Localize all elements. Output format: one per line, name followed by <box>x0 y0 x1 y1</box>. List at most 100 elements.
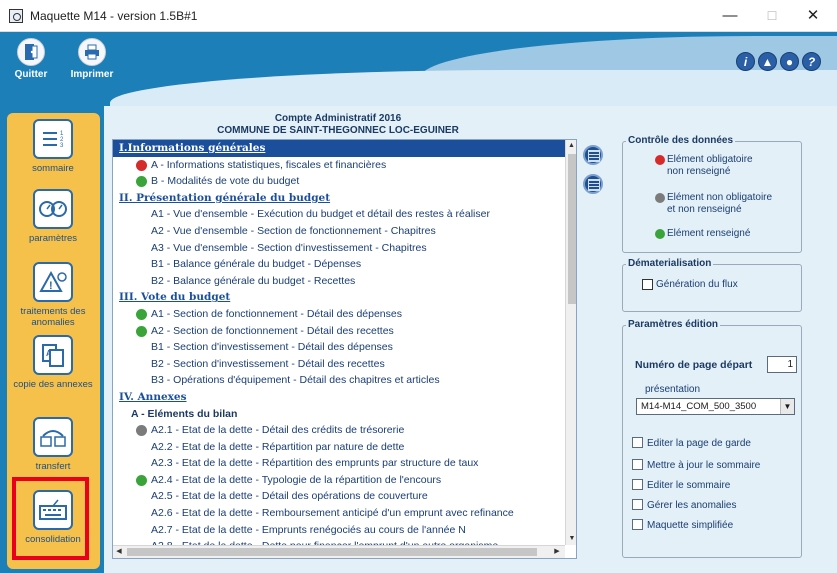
list-icon: 123 <box>33 119 73 159</box>
generate-flux-label: Génération du flux <box>656 279 738 290</box>
svg-text:!: ! <box>49 280 53 292</box>
tree-label: A - Eléments du bilan <box>131 407 238 420</box>
chevron-down-icon[interactable]: ▼ <box>780 399 794 414</box>
print-label: Imprimer <box>70 69 114 80</box>
legend-mandatory: Elément obligatoire non renseigné <box>655 154 753 178</box>
sidebar-item-copie-annexes[interactable]: A copie des annexes <box>10 335 96 390</box>
support-icon[interactable]: ● <box>780 52 799 71</box>
tree-item[interactable]: A2.2 - Etat de la dette - Répartition pa… <box>113 439 565 456</box>
error-icon <box>136 159 147 171</box>
scroll-thumb[interactable] <box>568 154 576 304</box>
legend-text: Elément renseigné <box>667 228 751 239</box>
horizontal-scrollbar[interactable]: ◀ ▶ <box>113 545 565 558</box>
tree-item[interactable]: A1 - Section de fonctionnement - Détail … <box>113 306 565 323</box>
tree-item[interactable]: B2 - Balance générale du budget - Recett… <box>113 273 565 290</box>
tree-item[interactable]: A2.1 - Etat de la dette - Détail des cré… <box>113 422 565 439</box>
scroll-down-icon[interactable]: ▼ <box>566 533 576 545</box>
legend-text: Elément non obligatoire <box>667 192 773 203</box>
tree-section[interactable]: I.Informations générales <box>113 140 565 157</box>
tree-label: IV. Annexes <box>119 390 187 403</box>
info-icon[interactable]: i <box>736 52 755 71</box>
sidebar-label: traitements des anomalies <box>20 306 86 328</box>
tree-subsection[interactable]: A - Eléments du bilan <box>113 406 565 423</box>
sidebar-label: sommaire <box>32 163 74 174</box>
tree-section[interactable]: II. Présentation générale du budget <box>113 190 565 207</box>
tree-item[interactable]: A1 - Vue d'ensemble - Exécution du budge… <box>113 206 565 223</box>
printer-icon <box>78 38 106 66</box>
tree-item[interactable]: A2.7 - Etat de la dette - Emprunts renég… <box>113 522 565 539</box>
tree-label: A2.7 - Etat de la dette - Emprunts renég… <box>151 523 466 536</box>
checkbox-maj-sommaire[interactable]: Mettre à jour le sommaire <box>632 459 761 472</box>
tree-label: A - Informations statistiques, fiscales … <box>151 158 387 171</box>
expand-all-button[interactable] <box>583 145 603 165</box>
document-title: Compte Administratif 2016 <box>274 113 402 124</box>
legend-text: Elément obligatoire <box>667 154 753 165</box>
checkbox-label: Mettre à jour le sommaire <box>647 460 761 471</box>
presentation-select[interactable]: M14-M14_COM_500_3500 ▼ <box>636 398 795 415</box>
sidebar-item-anomalies[interactable]: ! traitements des anomalies <box>10 262 96 328</box>
parametres-title: Paramètres édition <box>626 319 721 330</box>
graduation-icon[interactable]: ▲ <box>758 52 777 71</box>
maximize-button[interactable]: ☐ <box>752 0 792 32</box>
checkbox[interactable] <box>632 479 643 490</box>
generate-flux-button[interactable]: Génération du flux <box>642 279 738 290</box>
tree-item[interactable]: A2.3 - Etat de la dette - Répartition de… <box>113 455 565 472</box>
window-title: Maquette M14 - version 1.5B#1 <box>30 9 198 23</box>
checkbox-maquette-simplifiee[interactable]: Maquette simplifiée <box>632 519 733 532</box>
checkbox-anomalies[interactable]: Gérer les anomalies <box>632 499 737 512</box>
tree-item[interactable]: A2.5 - Etat de la dette - Détail des opé… <box>113 488 565 505</box>
tree-item[interactable]: B3 - Opérations d'équipement - Détail de… <box>113 372 565 389</box>
help-icon[interactable]: ? <box>802 52 821 71</box>
tree-label: B1 - Balance générale du budget - Dépens… <box>151 258 362 271</box>
scroll-left-icon[interactable]: ◀ <box>113 546 125 558</box>
checkbox[interactable] <box>632 437 643 448</box>
tree-item[interactable]: A2.6 - Etat de la dette - Remboursement … <box>113 505 565 522</box>
scroll-right-icon[interactable]: ▶ <box>551 546 563 558</box>
tree-item[interactable]: A2.4 - Etat de la dette - Typologie de l… <box>113 472 565 489</box>
presentation-label: présentation <box>645 384 701 395</box>
vertical-scrollbar[interactable]: ▲ ▼ <box>565 140 576 545</box>
svg-text:3: 3 <box>60 143 64 149</box>
tree-item[interactable]: A3 - Vue d'ensemble - Section d'investis… <box>113 240 565 257</box>
app-window: Maquette M14 - version 1.5B#1 — ☐ ✕ Quit… <box>0 0 837 573</box>
tree-item[interactable]: B2 - Section d'investissement - Détail d… <box>113 356 565 373</box>
tree-label: A2.3 - Etat de la dette - Répartition de… <box>151 457 479 470</box>
summary-tree[interactable]: I.Informations générales A - Informations… <box>112 139 577 559</box>
tree-item[interactable]: A2 - Vue d'ensemble - Section de fonctio… <box>113 223 565 240</box>
sidebar-item-parametres[interactable]: paramètres <box>10 189 96 244</box>
exit-door-icon <box>17 38 45 66</box>
page-number-input[interactable]: 1 <box>767 356 797 373</box>
tree-item[interactable]: B1 - Section d'investissement - Détail d… <box>113 339 565 356</box>
quit-button[interactable]: Quitter <box>3 38 59 80</box>
checkbox-label: Gérer les anomalies <box>647 500 737 511</box>
commune-name: COMMUNE DE SAINT-THEGONNEC LOC-EGUINER <box>217 125 459 136</box>
grid-view-button[interactable] <box>583 174 603 194</box>
tree-label: A2.6 - Etat de la dette - Remboursement … <box>151 507 514 520</box>
tree-item[interactable]: B1 - Balance générale du budget - Dépens… <box>113 256 565 273</box>
tree-item[interactable]: A - Informations statistiques, fiscales … <box>113 157 565 174</box>
tree-section[interactable]: IV. Annexes <box>113 389 565 406</box>
checkbox[interactable] <box>632 459 643 470</box>
close-button[interactable]: ✕ <box>793 0 833 32</box>
sidebar-item-sommaire[interactable]: 123 sommaire <box>10 119 96 174</box>
tree-label: A2 - Section de fonctionnement - Détail … <box>151 324 394 337</box>
sidebar-item-transfert[interactable]: transfert <box>10 417 96 472</box>
checkbox-page-garde[interactable]: Editer la page de garde <box>632 437 751 450</box>
tree-item[interactable]: A2 - Section de fonctionnement - Détail … <box>113 323 565 340</box>
sidebar-label: transfert <box>35 461 71 472</box>
print-button[interactable]: Imprimer <box>64 38 120 80</box>
tree-label: A1 - Section de fonctionnement - Détail … <box>151 307 402 320</box>
sidebar-label: paramètres <box>28 233 78 244</box>
tree-label: A2.2 - Etat de la dette - Répartition pa… <box>151 440 405 453</box>
checkbox[interactable] <box>632 519 643 530</box>
checkbox[interactable] <box>632 499 643 510</box>
scroll-up-icon[interactable]: ▲ <box>566 140 576 152</box>
tree-item[interactable]: A2.8 - Etat de la dette - Dette pour fin… <box>113 538 565 545</box>
tree-item[interactable]: B - Modalités de vote du budget <box>113 173 565 190</box>
checkbox-label: Editer la page de garde <box>647 438 751 449</box>
tree-section[interactable]: III. Vote du budget <box>113 289 565 306</box>
hscroll-thumb[interactable] <box>127 548 537 556</box>
minimize-button[interactable]: — <box>710 0 750 32</box>
checkbox-editer-sommaire[interactable]: Editer le sommaire <box>632 479 730 492</box>
gauges-icon <box>33 189 73 229</box>
